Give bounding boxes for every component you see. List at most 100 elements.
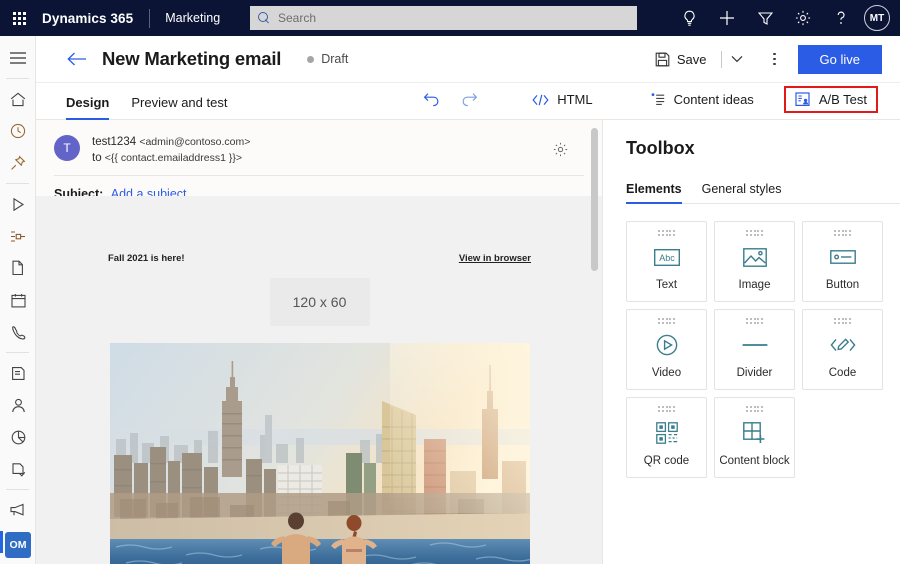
- brand-separator: [149, 8, 151, 28]
- button-icon: [803, 236, 882, 279]
- ab-test-label: A/B Test: [818, 92, 867, 107]
- search-icon: [258, 11, 271, 25]
- page-title: New Marketing email: [102, 48, 282, 69]
- brand-dynamics365[interactable]: Dynamics 365: [42, 11, 133, 26]
- status-dot-icon: [307, 55, 315, 63]
- rail-divider: [6, 183, 29, 184]
- view-in-browser-link[interactable]: View in browser: [459, 253, 531, 264]
- settings-gear-icon[interactable]: [553, 142, 568, 162]
- home-icon[interactable]: [0, 83, 36, 115]
- recent-clock-icon[interactable]: [0, 115, 36, 147]
- email-address-lines: test1234 <admin@contoso.com> to <{{ cont…: [92, 134, 250, 166]
- rail-divider: [6, 489, 29, 490]
- toolbox-item-code[interactable]: Code: [802, 309, 883, 390]
- hamburger-menu-icon[interactable]: [0, 42, 36, 74]
- email-body-scroll-area: Fall 2021 is here! View in browser 120 x…: [36, 196, 602, 564]
- from-line: test1234 <admin@contoso.com>: [92, 134, 250, 150]
- search-input[interactable]: Search: [250, 6, 637, 30]
- chevron-down-icon[interactable]: [726, 48, 748, 70]
- segments-icon[interactable]: [0, 220, 36, 252]
- question-icon[interactable]: [822, 0, 860, 36]
- toolbox-item-qr-code[interactable]: QR code: [626, 397, 707, 478]
- person-icon[interactable]: [0, 389, 36, 421]
- gear-icon[interactable]: [784, 0, 822, 36]
- save-split-divider: [720, 50, 722, 68]
- tab-design[interactable]: Design: [66, 95, 110, 120]
- tab-elements[interactable]: Elements: [626, 182, 682, 204]
- toolbox-item-label: Video: [651, 367, 682, 379]
- back-arrow-icon[interactable]: [66, 48, 88, 70]
- pie-chart-icon[interactable]: [0, 421, 36, 453]
- more-vertical-icon[interactable]: [762, 46, 788, 72]
- toolbox-item-text[interactable]: Abc Text: [626, 221, 707, 302]
- hero-image[interactable]: [109, 343, 530, 564]
- redo-icon[interactable]: [456, 87, 482, 113]
- toolbox-item-image[interactable]: Image: [714, 221, 795, 302]
- email-preheader-row: Fall 2021 is here! View in browser: [66, 237, 573, 264]
- to-prefix: to: [92, 152, 102, 164]
- undo-icon[interactable]: [418, 87, 444, 113]
- scrollbar-thumb[interactable]: [591, 128, 598, 271]
- text-abc-icon: Abc: [627, 236, 706, 279]
- content-ideas-sparkle-icon: [651, 93, 664, 105]
- search-placeholder: Search: [278, 11, 317, 25]
- toolbox-item-divider[interactable]: Divider: [714, 309, 795, 390]
- qr-code-icon: [627, 412, 706, 455]
- toolbox-item-label: Code: [828, 367, 857, 379]
- tab-bar-actions: HTML Content ideas A/B Test: [418, 86, 900, 119]
- filter-icon[interactable]: [746, 0, 784, 36]
- user-avatar[interactable]: MT: [864, 5, 890, 31]
- lightbulb-icon[interactable]: [670, 0, 708, 36]
- toolbox-tabs: Elements General styles: [626, 178, 900, 204]
- app-name-marketing[interactable]: Marketing: [165, 11, 220, 25]
- tab-preview-and-test[interactable]: Preview and test: [131, 95, 227, 119]
- toolbox-title: Toolbox: [626, 138, 695, 158]
- rail-divider: [6, 78, 29, 79]
- ab-test-button[interactable]: A/B Test: [783, 86, 878, 113]
- video-play-icon: [627, 324, 706, 367]
- content-ideas-label: Content ideas: [673, 92, 754, 107]
- app-launcher-waffle-icon[interactable]: [0, 0, 38, 36]
- toolbox-item-label: QR code: [643, 455, 690, 467]
- from-name: test1234: [92, 136, 137, 148]
- toolbox-item-button[interactable]: Button: [802, 221, 883, 302]
- content-ideas-button[interactable]: Content ideas: [645, 89, 760, 110]
- go-live-button[interactable]: Go live: [797, 44, 882, 74]
- logo-placeholder[interactable]: 120 x 60: [269, 278, 370, 326]
- environment-badge[interactable]: OM: [5, 532, 31, 558]
- email-from-row: T test1234 <admin@contoso.com> to <{{ co…: [36, 134, 602, 166]
- sender-avatar: T: [54, 135, 80, 161]
- svg-text:Abc: Abc: [659, 253, 675, 263]
- to-address: <{{ contact.emailaddress1 }}>: [104, 152, 242, 164]
- vertical-scrollbar[interactable]: [591, 128, 598, 564]
- editor-tab-bar: Design Preview and test HTML Content ide…: [36, 83, 900, 120]
- doc-form-icon[interactable]: [0, 453, 36, 485]
- tab-general-styles[interactable]: General styles: [702, 182, 782, 203]
- play-customer-journey-icon[interactable]: [0, 188, 36, 220]
- from-address: <admin@contoso.com>: [139, 136, 251, 148]
- calendar-icon[interactable]: [0, 284, 36, 316]
- pin-icon[interactable]: [0, 147, 36, 179]
- preheader-text[interactable]: Fall 2021 is here!: [108, 253, 185, 264]
- rail-divider: [6, 352, 29, 353]
- save-button[interactable]: Save: [650, 48, 712, 71]
- pages-icon[interactable]: [0, 252, 36, 284]
- code-pencil-icon: [803, 324, 882, 367]
- form-icon[interactable]: [0, 357, 36, 389]
- phone-icon[interactable]: [0, 316, 36, 348]
- to-line: to <{{ contact.emailaddress1 }}>: [92, 150, 250, 166]
- email-header-panel: T test1234 <admin@contoso.com> to <{{ co…: [36, 120, 602, 201]
- toolbox-item-content-block[interactable]: Content block: [714, 397, 795, 478]
- command-bar: New Marketing email Draft Save Go live: [36, 36, 900, 83]
- image-picture-icon: [715, 236, 794, 279]
- html-button[interactable]: HTML: [526, 89, 598, 110]
- toolbox-item-label: Button: [825, 279, 860, 291]
- toolbox-item-video[interactable]: Video: [626, 309, 707, 390]
- plus-icon[interactable]: [708, 0, 746, 36]
- smiley-icon[interactable]: [0, 558, 36, 564]
- toolbox-item-label: Content block: [719, 455, 790, 467]
- toolbox-item-label: Divider: [736, 367, 773, 379]
- save-disk-icon: [655, 52, 670, 66]
- status-badge: Draft: [307, 52, 348, 66]
- megaphone-icon[interactable]: [0, 494, 36, 526]
